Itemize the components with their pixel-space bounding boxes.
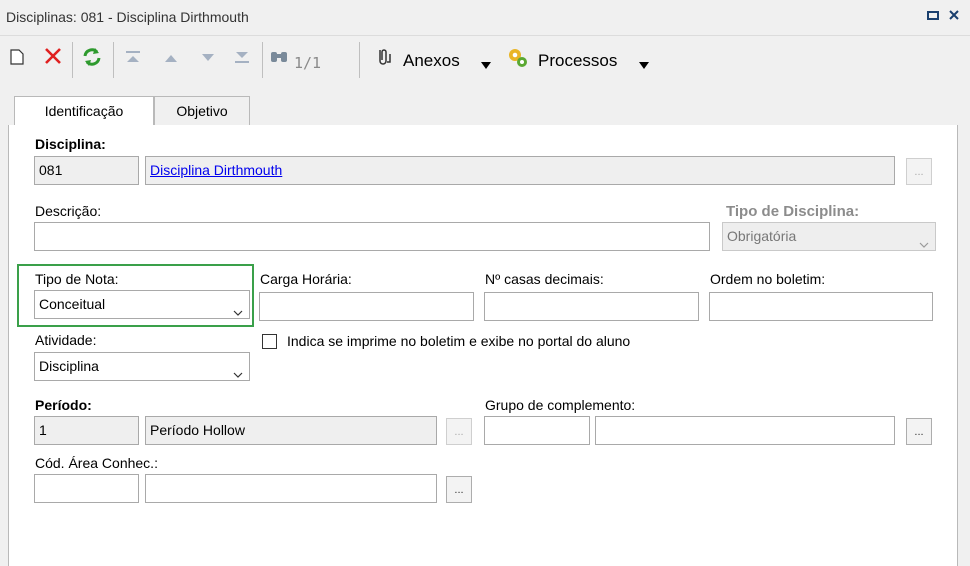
- periodo-label: Período:: [35, 397, 92, 413]
- grupo-complemento-label: Grupo de complemento:: [485, 397, 636, 413]
- paperclip-icon[interactable]: [370, 46, 396, 74]
- processos-button[interactable]: Processos: [538, 51, 617, 71]
- record-counter: 1/1: [294, 54, 322, 72]
- descricao-field[interactable]: [34, 222, 710, 251]
- chevron-down-icon: [919, 232, 929, 248]
- toolbar-separator: [113, 42, 114, 78]
- toolbar-separator: [72, 42, 73, 78]
- refresh-icon[interactable]: [79, 46, 105, 74]
- disciplina-code-field[interactable]: 081: [34, 156, 139, 185]
- processos-icon[interactable]: [505, 46, 531, 74]
- toolbar-separator: [262, 42, 263, 78]
- carga-horaria-field[interactable]: [259, 292, 474, 321]
- periodo-code-field[interactable]: 1: [34, 416, 139, 445]
- casas-decimais-label: Nº casas decimais:: [485, 271, 604, 287]
- binoculars-icon[interactable]: [266, 46, 292, 74]
- imprime-boletim-checkbox[interactable]: [262, 334, 277, 349]
- ordem-boletim-label: Ordem no boletim:: [710, 271, 826, 287]
- chevron-down-icon: [233, 300, 243, 316]
- imprime-boletim-label[interactable]: Indica se imprime no boletim e exibe no …: [287, 333, 630, 349]
- atividade-select[interactable]: Disciplina: [34, 352, 250, 381]
- descricao-label: Descrição:: [35, 203, 102, 219]
- cod-area-label: Cód. Área Conhec.:: [35, 455, 158, 471]
- previous-record-icon[interactable]: [158, 46, 184, 74]
- close-icon[interactable]: [945, 8, 963, 26]
- atividade-label: Atividade:: [35, 332, 97, 348]
- ordem-boletim-field[interactable]: [709, 292, 933, 321]
- periodo-name-field[interactable]: Período Hollow: [145, 416, 437, 445]
- grupo-complemento-code-field[interactable]: [484, 416, 590, 445]
- new-document-icon[interactable]: [4, 46, 30, 74]
- tipo-nota-value: Conceitual: [39, 296, 106, 312]
- anexos-button[interactable]: Anexos: [403, 51, 460, 71]
- window-title: Disciplinas: 081 - Disciplina Dirthmouth: [6, 9, 249, 25]
- next-record-icon[interactable]: [195, 46, 221, 74]
- first-record-icon[interactable]: [120, 46, 146, 74]
- anexos-dropdown-icon[interactable]: [481, 57, 491, 69]
- tab-objetivo[interactable]: Objetivo: [154, 96, 250, 126]
- cod-area-code-field[interactable]: [34, 474, 139, 503]
- tipo-disciplina-label: Tipo de Disciplina:: [726, 203, 860, 220]
- tipo-disciplina-value: Obrigatória: [727, 228, 797, 244]
- tipo-nota-select[interactable]: Conceitual: [34, 290, 250, 319]
- disciplina-label: Disciplina:: [35, 136, 106, 152]
- grupo-complemento-lookup-button[interactable]: ...: [906, 418, 932, 445]
- tipo-disciplina-select: Obrigatória: [722, 222, 936, 251]
- atividade-value: Disciplina: [39, 358, 99, 374]
- restore-icon[interactable]: [924, 8, 942, 26]
- chevron-down-icon: [233, 362, 243, 378]
- disciplina-name-link[interactable]: Disciplina Dirthmouth: [145, 156, 895, 185]
- tab-identificacao[interactable]: Identificação: [14, 96, 154, 127]
- tipo-nota-label: Tipo de Nota:: [35, 271, 119, 287]
- disciplina-lookup-button[interactable]: ...: [906, 158, 932, 185]
- cod-area-lookup-button[interactable]: ...: [446, 476, 472, 503]
- toolbar-separator: [359, 42, 360, 78]
- grupo-complemento-name-field[interactable]: [595, 416, 895, 445]
- delete-icon[interactable]: [40, 46, 66, 74]
- carga-horaria-label: Carga Horária:: [260, 271, 352, 287]
- periodo-lookup-button[interactable]: ...: [446, 418, 472, 445]
- last-record-icon[interactable]: [229, 46, 255, 74]
- casas-decimais-field[interactable]: [484, 292, 699, 321]
- cod-area-name-field[interactable]: [145, 474, 437, 503]
- processos-dropdown-icon[interactable]: [639, 57, 649, 69]
